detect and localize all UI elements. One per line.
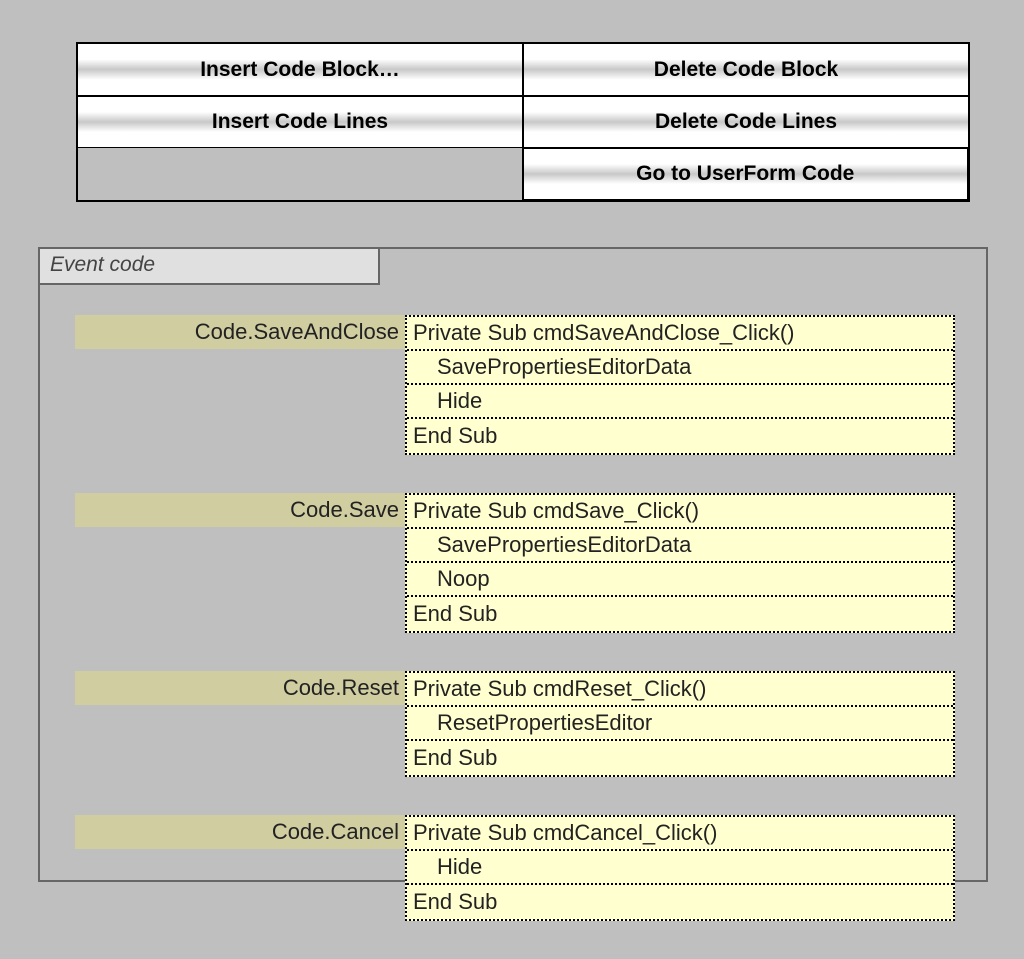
code-block-body[interactable]: Private Sub cmdReset_Click()ResetPropert… [405,671,955,777]
insert-code-block-button[interactable]: Insert Code Block… [78,44,523,96]
code-line[interactable]: End Sub [407,885,953,919]
code-block-label-col: Code.Save [75,493,405,633]
insert-code-lines-button[interactable]: Insert Code Lines [78,96,523,148]
code-block: Code.SavePrivate Sub cmdSave_Click()Save… [75,493,955,633]
code-line[interactable]: End Sub [407,741,953,775]
code-block: Code.CancelPrivate Sub cmdCancel_Click()… [75,815,955,921]
code-block-body[interactable]: Private Sub cmdSaveAndClose_Click()SaveP… [405,315,955,455]
code-block: Code.SaveAndClosePrivate Sub cmdSaveAndC… [75,315,955,455]
code-line[interactable]: SavePropertiesEditorData [407,351,953,385]
code-block-label-col: Code.Reset [75,671,405,777]
code-line[interactable]: SavePropertiesEditorData [407,529,953,563]
toolbar: Insert Code Block… Delete Code Block Ins… [76,42,970,202]
goto-userform-button[interactable]: Go to UserForm Code [523,148,969,200]
code-line[interactable]: ResetPropertiesEditor [407,707,953,741]
code-block-body[interactable]: Private Sub cmdCancel_Click()HideEnd Sub [405,815,955,921]
delete-code-block-button[interactable]: Delete Code Block [523,44,968,96]
code-line[interactable]: Hide [407,851,953,885]
code-block-label[interactable]: Code.SaveAndClose [75,315,405,349]
code-block-label[interactable]: Code.Cancel [75,815,405,849]
code-blocks-container: Code.SaveAndClosePrivate Sub cmdSaveAndC… [75,315,955,959]
code-line[interactable]: Private Sub cmdSaveAndClose_Click() [407,317,953,351]
code-line[interactable]: End Sub [407,597,953,631]
code-block-label-col: Code.Cancel [75,815,405,921]
event-code-panel: Event code Code.SaveAndClosePrivate Sub … [38,247,988,882]
code-block-body[interactable]: Private Sub cmdSave_Click()SavePropertie… [405,493,955,633]
code-block-label[interactable]: Code.Reset [75,671,405,705]
toolbar-spacer [78,148,523,200]
code-line[interactable]: Private Sub cmdReset_Click() [407,673,953,707]
delete-code-lines-button[interactable]: Delete Code Lines [523,96,968,148]
code-line[interactable]: Private Sub cmdSave_Click() [407,495,953,529]
tab-event-code[interactable]: Event code [40,249,380,285]
code-line[interactable]: Private Sub cmdCancel_Click() [407,817,953,851]
code-block-label[interactable]: Code.Save [75,493,405,527]
code-block-label-col: Code.SaveAndClose [75,315,405,455]
code-line[interactable]: Noop [407,563,953,597]
code-line[interactable]: Hide [407,385,953,419]
code-line[interactable]: End Sub [407,419,953,453]
code-block: Code.ResetPrivate Sub cmdReset_Click()Re… [75,671,955,777]
